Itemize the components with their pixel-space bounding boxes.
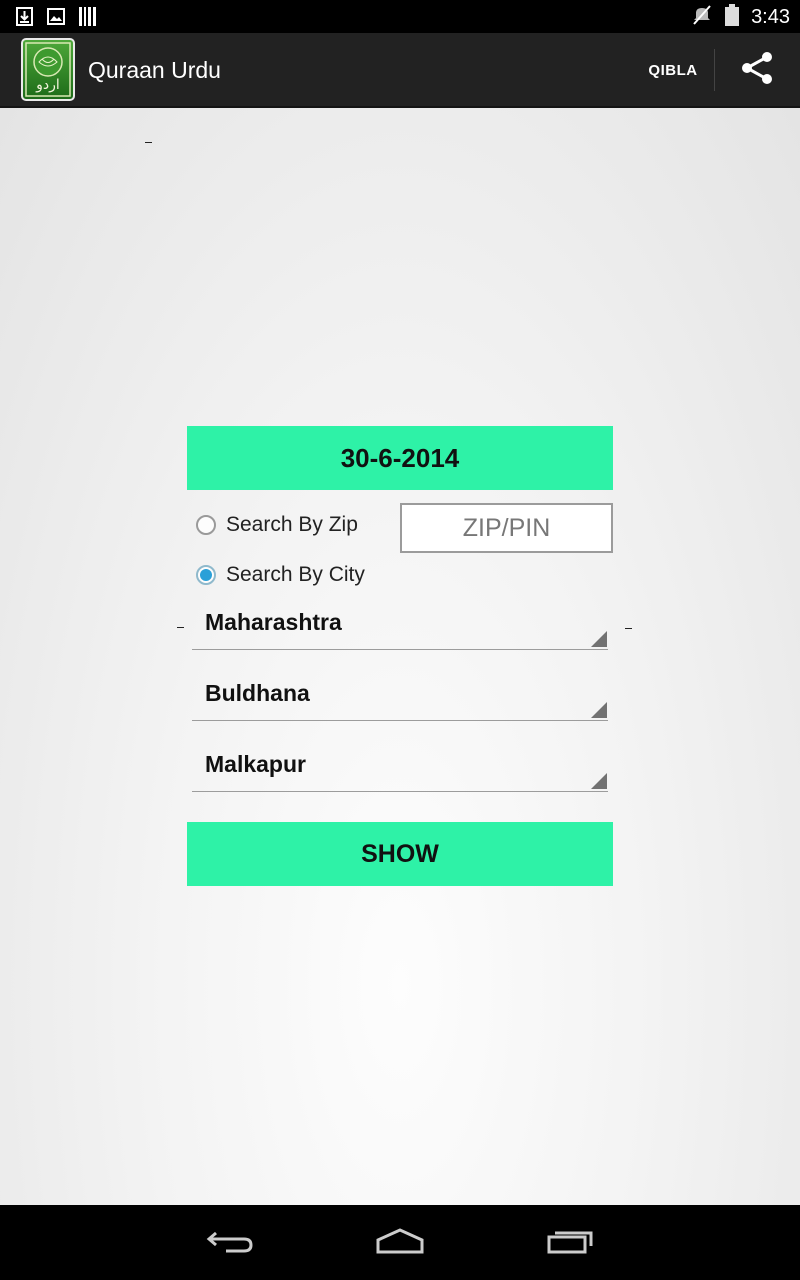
image-icon — [47, 8, 65, 30]
radio-zip-label: Search By Zip — [226, 513, 358, 536]
navigation-bar — [0, 1205, 800, 1280]
back-icon — [206, 1227, 254, 1260]
radio-search-by-city[interactable]: Search By City — [196, 563, 365, 587]
recents-button[interactable] — [541, 1223, 601, 1263]
divider-mark — [145, 142, 152, 143]
app-title: Quraan Urdu — [88, 57, 221, 83]
battery-icon — [725, 4, 740, 31]
divider-mark — [177, 627, 184, 628]
status-bar: 3:43 — [0, 0, 800, 33]
dropdown-arrow-icon — [591, 631, 607, 647]
show-button[interactable]: SHOW — [187, 822, 613, 886]
download-icon — [16, 7, 33, 31]
divider-mark — [625, 628, 632, 629]
app-icon-text: اردو — [36, 77, 60, 93]
radio-city-label: Search By City — [226, 563, 365, 586]
dropdown-arrow-icon — [591, 702, 607, 718]
dropdown-arrow-icon — [591, 773, 607, 789]
mute-icon — [691, 4, 713, 31]
qibla-button[interactable]: QIBLA — [632, 46, 714, 94]
district-spinner[interactable]: Buldhana — [192, 674, 608, 721]
action-bar-divider — [714, 49, 715, 91]
share-button[interactable] — [725, 43, 789, 97]
home-button[interactable] — [370, 1223, 430, 1263]
date-button[interactable]: 30-6-2014 — [187, 426, 613, 490]
district-spinner-value: Buldhana — [205, 680, 310, 706]
share-icon — [740, 51, 774, 90]
back-button[interactable] — [200, 1223, 260, 1263]
city-spinner-value: Malkapur — [205, 751, 306, 777]
city-spinner[interactable]: Malkapur — [192, 745, 608, 792]
state-spinner-value: Maharashtra — [205, 609, 342, 635]
main-content: 30-6-2014 Search By Zip Search By City M… — [0, 108, 800, 1205]
zip-pin-input[interactable] — [400, 503, 613, 553]
quran-urdu-app-icon[interactable]: اردو — [21, 38, 75, 101]
state-spinner[interactable]: Maharashtra — [192, 603, 608, 650]
radio-zip-circle[interactable] — [196, 515, 216, 535]
radio-city-circle[interactable] — [196, 565, 216, 585]
action-bar: اردو Quraan Urdu QIBLA — [0, 33, 800, 108]
barcode-icon — [79, 7, 96, 31]
radio-search-by-zip[interactable]: Search By Zip — [196, 513, 358, 537]
home-icon — [375, 1227, 425, 1259]
recents-icon — [547, 1228, 595, 1259]
status-time: 3:43 — [751, 6, 790, 28]
